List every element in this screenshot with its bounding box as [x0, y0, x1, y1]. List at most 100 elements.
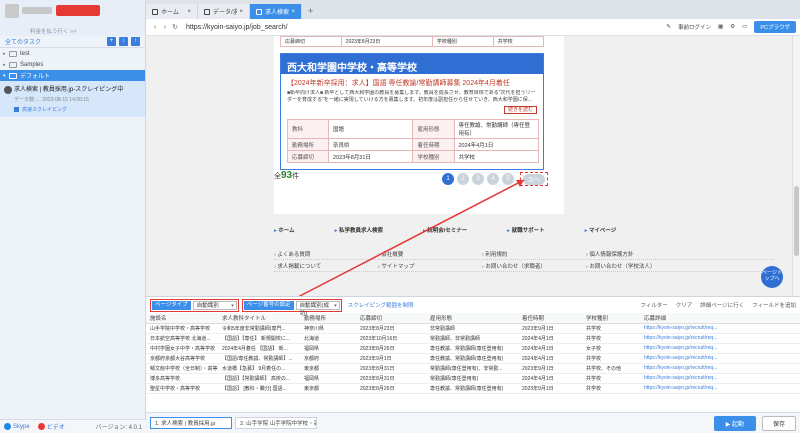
footer-link[interactable]: 会社概要: [378, 250, 482, 258]
info-value: 共学校: [453, 150, 539, 163]
edit-icon[interactable]: ✎: [666, 24, 671, 30]
info-key: 応募締切: [280, 36, 342, 47]
footer-nav-link[interactable]: 私学教員求人検索: [335, 226, 383, 234]
footer-link[interactable]: 利用規約: [482, 250, 586, 258]
table-cell[interactable]: https://kyoin-saiyo.jp/recruit/req...: [640, 323, 800, 334]
column-header[interactable]: 雇用形態: [426, 313, 518, 324]
panel-tool-plus[interactable]: フィールドを追加: [752, 301, 796, 309]
account-badge[interactable]: [56, 5, 100, 16]
url-field[interactable]: https://kyoin-saiyo.jp/job_search/: [186, 24, 659, 31]
browser-tab[interactable]: ホーム ×: [146, 4, 198, 19]
tree-folder[interactable]: ▸ test: [0, 48, 145, 59]
paging-select[interactable]: 自動識別(成功): [295, 300, 340, 317]
table-cell: 2023年8月26日: [356, 343, 426, 354]
close-icon[interactable]: ×: [291, 9, 295, 15]
table-row[interactable]: 日本航空高等学校 北海道... 【国語】【専任】 新規開校に... 北海道 2023年…: [146, 333, 800, 344]
info-row: 勤務場所 奈良県 着任時期 2024年4月1日: [286, 138, 539, 151]
footer-link[interactable]: 求人掲載について: [274, 262, 378, 270]
footer-link[interactable]: よくある質問: [274, 250, 378, 258]
new-folder-icon[interactable]: +: [107, 37, 116, 46]
table-cell[interactable]: https://kyoin-saiyo.jp/recruit/req...: [640, 353, 800, 364]
forward-icon[interactable]: ›: [160, 24, 170, 31]
upgrade-link[interactable]: 料金を払う行く >>: [30, 27, 76, 35]
settings-icon[interactable]: ⚙: [730, 24, 735, 30]
all-tasks-label[interactable]: 全てのタスク: [5, 37, 104, 46]
scrollbar-thumb[interactable]: [794, 186, 799, 256]
back-to-top-button[interactable]: ページトップへ: [761, 266, 783, 288]
column-header[interactable]: 応募締切: [356, 313, 426, 324]
close-icon[interactable]: ×: [187, 9, 191, 15]
reload-icon[interactable]: ↻: [170, 23, 180, 31]
table-cell: 福岡県: [300, 373, 356, 384]
web-viewport[interactable]: 応募締切 2023年8月23日 学校種別 共学校 西大和学園中学校・高等学校 【202…: [146, 36, 792, 296]
panel-tool-filter[interactable]: フィルター: [640, 301, 667, 309]
device-icon[interactable]: ▭: [742, 24, 747, 30]
page-tab[interactable]: 1. 求人検索 | 教員採用.jp: [150, 417, 232, 429]
skype-link[interactable]: Skype: [4, 423, 30, 430]
footer-nav-link[interactable]: 説明会/セミナー: [423, 226, 467, 234]
table-row[interactable]: 京都府京都大谷高等学校 【国語/専任教諭、常勤講師】... 京都府 2023年9月1日…: [146, 353, 800, 364]
pre-login-button[interactable]: 事前ログイン: [678, 23, 711, 31]
table-row[interactable]: 博多高等学校 【国語】【常勤講師】 高校の... 福岡県 2023年8月31日 常勤講師…: [146, 373, 800, 384]
table-cell: 2023年9月1日: [518, 363, 582, 374]
info-key: 教科: [286, 119, 330, 139]
next-page-button[interactable]: 次へ: [520, 172, 548, 186]
job-card-title[interactable]: 西大和学園中学校・高等学校: [281, 54, 543, 74]
page-scrollbar[interactable]: [792, 36, 800, 296]
page-number-button[interactable]: 2: [457, 173, 469, 185]
column-header[interactable]: 学校種別: [582, 313, 640, 324]
page-number-button[interactable]: 4: [487, 173, 499, 185]
browser-tab[interactable]: 求人検索 | ...×: [250, 4, 302, 19]
column-header[interactable]: 応募詳細: [640, 313, 800, 324]
job-card-subtitle[interactable]: 【2024年新卒採用：求人】国語 専任教諭/常勤講師募集 2024年4月着任: [281, 74, 543, 90]
table-cell[interactable]: https://kyoin-saiyo.jp/recruit/req...: [640, 333, 800, 344]
footer-link[interactable]: お問い合わせ（学校法人）: [586, 262, 690, 270]
table-cell[interactable]: https://kyoin-saiyo.jp/recruit/req...: [640, 363, 800, 374]
export-icon[interactable]: ↑: [131, 37, 140, 46]
table-cell[interactable]: https://kyoin-saiyo.jp/recruit/req...: [640, 343, 800, 354]
data-grid[interactable]: 施設名 求人教科タイトル 勤務場所 応募締切 雇用形態 着任時期 学校種別 応募詳細 山手学院中…: [146, 313, 800, 394]
pc-browser-button[interactable]: PCブラウザ: [754, 21, 796, 33]
footer-nav-link[interactable]: ホーム: [274, 226, 294, 234]
table-row[interactable]: 山手学院中学校・高等学校 令和5年度非常勤講師(専門... 神奈川県 2023年8月2…: [146, 323, 800, 334]
job-card-description: ■新卒向け求人■ 新卒として西大和学園の教員を募集します。教員を成長させ、教育目…: [287, 90, 536, 103]
page-tab[interactable]: 2. 山手学院 山手学院中学校・高等...: [235, 417, 317, 429]
run-button[interactable]: ▶ 起動: [713, 415, 756, 431]
avatar[interactable]: [5, 4, 19, 18]
tree-folder[interactable]: ▾ デフォルト: [0, 70, 145, 81]
panel-tool-link[interactable]: 詳細ページに行く: [700, 301, 744, 309]
panel-tool-trash[interactable]: クリア: [676, 301, 693, 309]
column-header[interactable]: 勤務場所: [300, 313, 356, 324]
footer-nav-link[interactable]: マイページ: [585, 226, 616, 234]
footer-link[interactable]: 個人情報保護方針: [586, 250, 690, 258]
column-header[interactable]: 施設名: [146, 313, 218, 324]
table-row[interactable]: 郁文館中学校（全日制）・高等... 水道橋【急募】 9月着任の... 東京都 2023…: [146, 363, 800, 374]
table-cell: 東京都: [300, 383, 356, 394]
grid-icon[interactable]: ▦: [718, 24, 723, 30]
back-icon[interactable]: ‹: [150, 24, 160, 31]
page-type-select[interactable]: 自動識別: [192, 300, 237, 310]
table-cell[interactable]: https://kyoin-saiyo.jp/recruit/req...: [640, 383, 800, 394]
new-tab-icon[interactable]: +: [308, 4, 313, 19]
read-more-button[interactable]: 続きを読む: [503, 106, 537, 114]
page-number-button[interactable]: 3: [472, 173, 484, 185]
footer-link[interactable]: サイトマップ: [378, 262, 482, 270]
footer-nav-link[interactable]: 就職サポート: [507, 226, 545, 234]
page-number-button[interactable]: 5: [502, 173, 514, 185]
import-icon[interactable]: ↓: [119, 37, 128, 46]
job-card[interactable]: 西大和学園中学校・高等学校 【2024年新卒採用：求人】国語 専任教諭/常勤講師…: [280, 53, 544, 170]
table-cell[interactable]: https://kyoin-saiyo.jp/recruit/req...: [640, 373, 800, 384]
task-item[interactable]: 求人検索 | 教員採用.jp-スクレイピング中 データ数: ... 2023-0…: [0, 81, 145, 117]
close-icon[interactable]: ×: [239, 9, 243, 15]
video-link[interactable]: ビデオ: [37, 422, 65, 431]
footer-link[interactable]: お問い合わせ（求職者）: [482, 262, 586, 270]
page-number-button[interactable]: 1: [442, 173, 454, 185]
table-row[interactable]: 中村学園女子中学・高等学校 2024年4月着任 【国語】 新... 福岡県 2023年…: [146, 343, 800, 354]
limit-range-link[interactable]: スクレイピング範囲を制限: [348, 301, 414, 309]
save-button[interactable]: 保存: [761, 415, 796, 431]
table-row[interactable]: 聖星中学校・高等学校 【国語】 [教科・職分] 国語... 東京都 2023年8月26…: [146, 383, 800, 394]
column-header[interactable]: 着任時期: [518, 313, 582, 324]
browser-tab[interactable]: データ/求...×: [198, 4, 250, 19]
column-header[interactable]: 求人教科タイトル: [218, 313, 300, 324]
tree-folder[interactable]: ▸ Samples: [0, 59, 145, 70]
